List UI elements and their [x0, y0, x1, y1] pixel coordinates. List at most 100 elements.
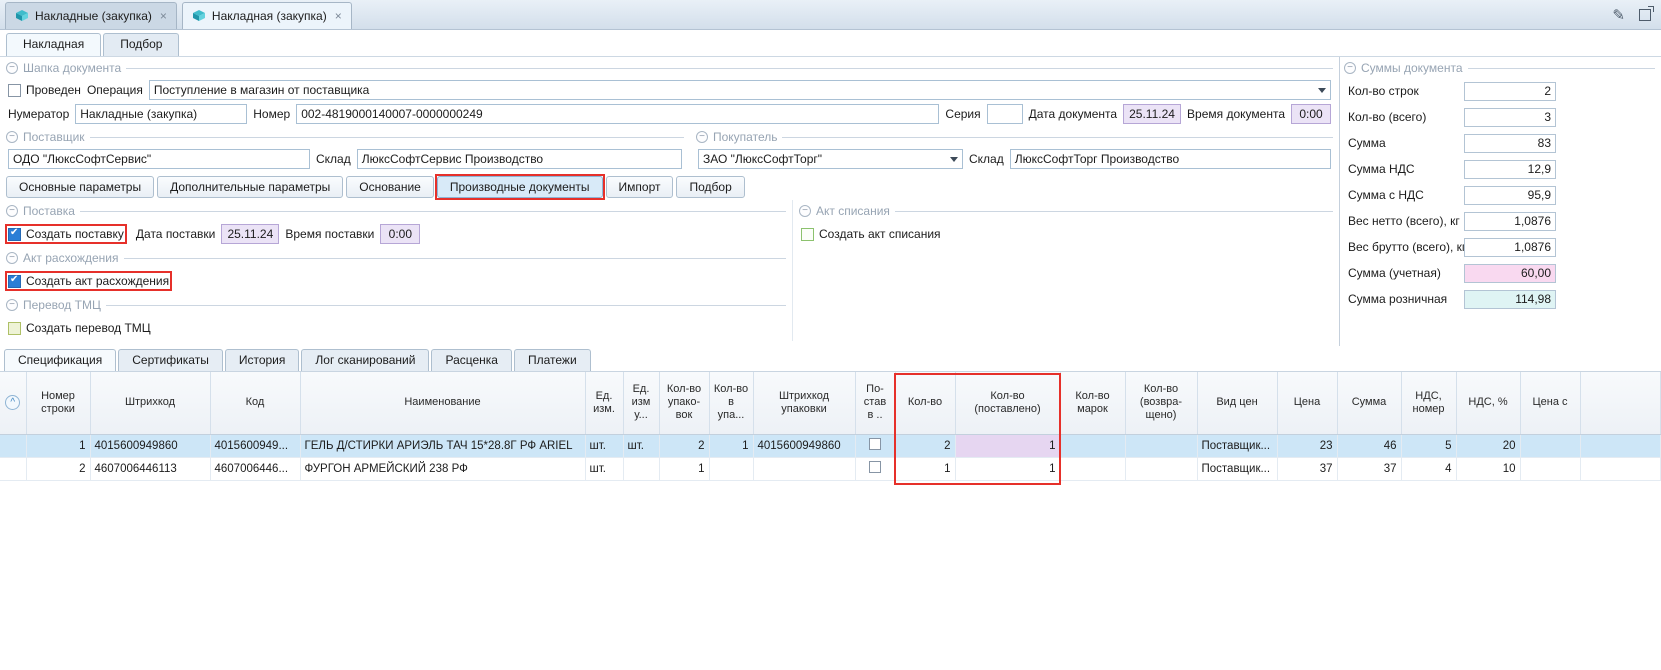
cell-qty-marks[interactable] — [1060, 457, 1125, 480]
column-header-price-type[interactable]: Вид цен — [1197, 372, 1277, 434]
tab-sertifikaty[interactable]: Сертификаты — [118, 349, 223, 371]
column-header-barcode[interactable]: Штрихкод — [90, 372, 210, 434]
close-icon[interactable]: × — [335, 9, 342, 23]
cell-unit[interactable]: шт. — [585, 434, 623, 457]
number-field[interactable]: 002-4819000140007-0000000249 — [296, 104, 939, 124]
collapse-icon[interactable]: − — [6, 62, 18, 74]
table-row[interactable]: 1 4015600949860 4015600949... ГЕЛЬ Д/СТИ… — [0, 434, 1661, 457]
cell-price-with[interactable] — [1520, 457, 1580, 480]
create-writeoff-option[interactable]: Создать акт списания — [801, 227, 941, 241]
cell-name[interactable]: ФУРГОН АРМЕЙСКИЙ 238 РФ — [300, 457, 585, 480]
tab-osnovnye-parametry[interactable]: Основные параметры — [6, 176, 154, 198]
column-header-price[interactable]: Цена — [1277, 372, 1337, 434]
cell-qty[interactable]: 1 — [895, 457, 955, 480]
column-header-pack-barcode[interactable]: Штрихкод упаковки — [753, 372, 855, 434]
column-header-vat-number[interactable]: НДС, номер — [1401, 372, 1456, 434]
table-row[interactable]: 2 4607006446113 4607006446... ФУРГОН АРМ… — [0, 457, 1661, 480]
cell-sum[interactable]: 37 — [1337, 457, 1401, 480]
row-expand-cell[interactable] — [0, 434, 26, 457]
cell-qty-marks[interactable] — [1060, 434, 1125, 457]
tab-podbor-param[interactable]: Подбор — [676, 176, 744, 198]
column-header-unit-pack[interactable]: Ед. изм у... — [623, 372, 659, 434]
cell-sum[interactable]: 46 — [1337, 434, 1401, 457]
column-header-price-with[interactable]: Цена с — [1520, 372, 1580, 434]
close-icon[interactable]: × — [160, 9, 167, 23]
collapse-icon[interactable]: − — [799, 205, 811, 217]
collapse-icon[interactable]: − — [1344, 62, 1356, 74]
tab-specifikaciya[interactable]: Спецификация — [4, 349, 116, 371]
collapse-icon[interactable]: − — [6, 205, 18, 217]
expand-all-header[interactable]: ^ — [0, 372, 26, 434]
cell-code[interactable]: 4015600949... — [210, 434, 300, 457]
cell-barcode[interactable]: 4607006446113 — [90, 457, 210, 480]
collapse-icon[interactable]: − — [6, 252, 18, 264]
collapse-rows-icon[interactable]: ^ — [5, 395, 20, 410]
tab-platezhi[interactable]: Платежи — [514, 349, 591, 371]
column-header-qty-in-pack[interactable]: Кол-во в упа... — [709, 372, 753, 434]
cell-qty[interactable]: 2 — [895, 434, 955, 457]
tab-podbor[interactable]: Подбор — [103, 33, 179, 56]
cell-pack-barcode[interactable]: 4015600949860 — [753, 434, 855, 457]
column-header-qty[interactable]: Кол-во — [895, 372, 955, 434]
create-writeoff-checkbox[interactable] — [801, 228, 814, 241]
doc-time-field[interactable]: 0:00 — [1291, 104, 1331, 124]
column-header-sum[interactable]: Сумма — [1337, 372, 1401, 434]
tab-nakladnaya[interactable]: Накладная — [6, 33, 101, 56]
delivery-time-field[interactable]: 0:00 — [380, 224, 420, 244]
column-header-name[interactable]: Наименование — [300, 372, 585, 434]
cell-name[interactable]: ГЕЛЬ Д/СТИРКИ АРИЭЛЬ ТАЧ 15*28.8Г РФ ARI… — [300, 434, 585, 457]
column-header-qty-packs[interactable]: Кол-во упако- вок — [659, 372, 709, 434]
tab-osnovanie[interactable]: Основание — [346, 176, 434, 198]
cell-vat-number[interactable]: 4 — [1401, 457, 1456, 480]
series-field[interactable] — [987, 104, 1023, 124]
create-discrepancy-checkbox[interactable] — [8, 275, 21, 288]
column-header-qty-marks[interactable]: Кол-во марок — [1060, 372, 1125, 434]
create-delivery-option[interactable]: Создать поставку — [8, 227, 124, 241]
buyer-select[interactable]: ЗАО "ЛюксСофтТорг" — [698, 149, 963, 169]
cell-price-with[interactable] — [1520, 434, 1580, 457]
cell-qty-in-pack[interactable]: 1 — [709, 434, 753, 457]
column-header-unit[interactable]: Ед. изм. — [585, 372, 623, 434]
cell-vat-percent[interactable]: 10 — [1456, 457, 1520, 480]
cell-code[interactable]: 4607006446... — [210, 457, 300, 480]
column-header-code[interactable]: Код — [210, 372, 300, 434]
cell-row-number[interactable]: 2 — [26, 457, 90, 480]
cell-qty-returned[interactable] — [1125, 457, 1197, 480]
doc-date-field[interactable]: 25.11.24 — [1123, 104, 1181, 124]
column-header-supplier-flag[interactable]: По- став в .. — [855, 372, 895, 434]
cell-qty-delivered[interactable]: 1 — [955, 434, 1060, 457]
edit-pencil-icon[interactable]: ✎ — [1612, 6, 1625, 24]
collapse-icon[interactable]: − — [696, 131, 708, 143]
buyer-warehouse-field[interactable]: ЛюксСофтТорг Производство — [1010, 149, 1331, 169]
column-header-vat-percent[interactable]: НДС, % — [1456, 372, 1520, 434]
row-supplier-checkbox[interactable] — [869, 438, 881, 450]
cell-qty-returned[interactable] — [1125, 434, 1197, 457]
supplier-field[interactable]: ОДО "ЛюксСофтСервис" — [8, 149, 310, 169]
create-transfer-checkbox[interactable] — [8, 322, 21, 335]
create-delivery-checkbox[interactable] — [8, 228, 21, 241]
proveden-checkbox[interactable] — [8, 84, 21, 97]
cell-unit[interactable]: шт. — [585, 457, 623, 480]
delivery-date-field[interactable]: 25.11.24 — [221, 224, 279, 244]
cell-qty-delivered[interactable]: 1 — [955, 457, 1060, 480]
cell-pack-barcode[interactable] — [753, 457, 855, 480]
cell-barcode[interactable]: 4015600949860 — [90, 434, 210, 457]
cell-price[interactable]: 37 — [1277, 457, 1337, 480]
window-tab-invoices-list[interactable]: Накладные (закупка) × — [5, 2, 177, 29]
column-header-qty-returned[interactable]: Кол-во (возвра- щено) — [1125, 372, 1197, 434]
cell-row-number[interactable]: 1 — [26, 434, 90, 457]
cell-unit-pack[interactable]: шт. — [623, 434, 659, 457]
collapse-icon[interactable]: − — [6, 131, 18, 143]
create-discrepancy-option[interactable]: Создать акт расхождения — [8, 274, 169, 288]
cell-vat-percent[interactable]: 20 — [1456, 434, 1520, 457]
row-expand-cell[interactable] — [0, 457, 26, 480]
window-tab-invoice[interactable]: Накладная (закупка) × — [182, 2, 352, 29]
numerator-field[interactable]: Накладные (закупка) — [75, 104, 247, 124]
create-transfer-option[interactable]: Создать перевод ТМЦ — [8, 321, 151, 335]
cell-vat-number[interactable]: 5 — [1401, 434, 1456, 457]
tab-dopolnitelnye-parametry[interactable]: Дополнительные параметры — [157, 176, 343, 198]
column-header-row-number[interactable]: Номер строки — [26, 372, 90, 434]
tab-log-skanirovaniy[interactable]: Лог сканирований — [301, 349, 429, 371]
cell-price[interactable]: 23 — [1277, 434, 1337, 457]
row-supplier-checkbox[interactable] — [869, 461, 881, 473]
